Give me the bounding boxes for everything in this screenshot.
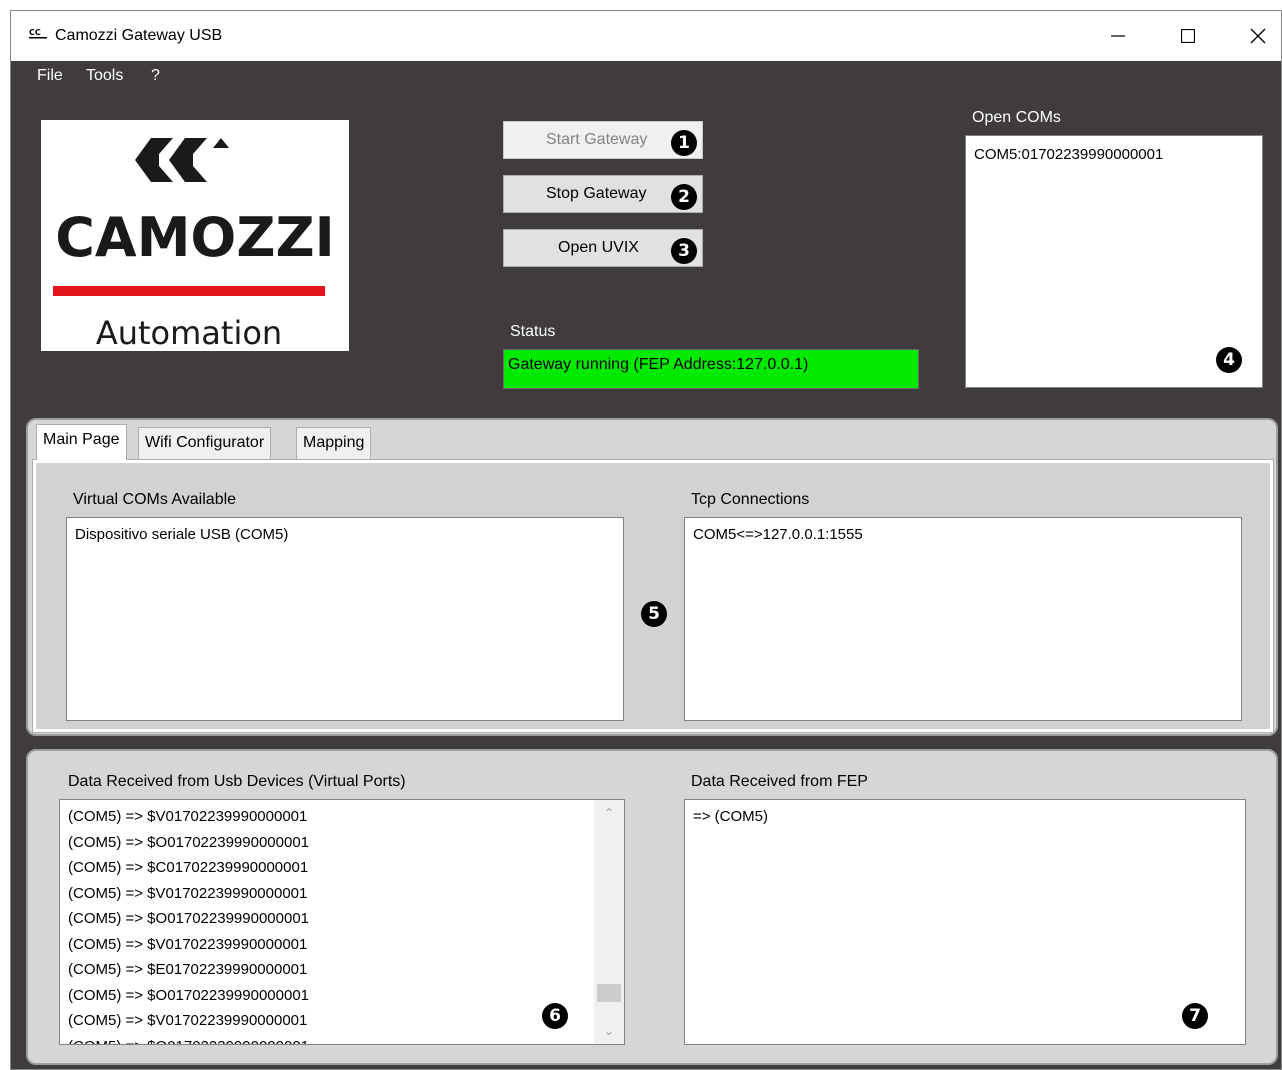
callout-badge-3: 3 <box>671 238 697 264</box>
open-coms-list[interactable]: COM5:01702239990000001 <box>965 135 1263 388</box>
scroll-up-icon[interactable]: ⌃ <box>594 802 624 824</box>
tcp-connections-list[interactable]: COM5<=>127.0.0.1:1555 <box>684 517 1242 721</box>
callout-badge-1: 1 <box>671 130 697 156</box>
main-page-tab-content: Virtual COMs Available Dispositivo seria… <box>32 459 1274 733</box>
fep-data-list[interactable]: => (COM5) <box>684 799 1246 1045</box>
list-item[interactable]: (COM5) => $E01702239990000001 <box>68 957 616 983</box>
menu-tools[interactable]: Tools <box>86 67 123 85</box>
camozzi-logo-graphic: CAMOZZI Automation <box>53 138 335 352</box>
list-item[interactable]: (COM5) => $O01702239990000001 <box>68 906 616 932</box>
callout-badge-4: 4 <box>1216 347 1242 373</box>
close-button[interactable] <box>1223 11 1282 61</box>
list-item[interactable]: (COM5) => $O01702239990000001 <box>68 830 616 856</box>
list-item[interactable]: (COM5) => $V01702239990000001 <box>68 1008 616 1034</box>
camozzi-logo: CAMOZZI Automation <box>41 120 349 352</box>
list-item[interactable]: COM5<=>127.0.0.1:1555 <box>693 522 1233 548</box>
list-item[interactable]: (COM5) => $O01702239990000001 <box>68 983 616 1009</box>
app-window: CC Camozzi Gateway USB File Tools ? CAMO… <box>10 10 1282 1070</box>
menu-help[interactable]: ? <box>151 67 160 85</box>
callout-badge-2: 2 <box>671 184 697 210</box>
list-item[interactable]: (COM5) => $O01702239990000001 <box>68 1034 616 1045</box>
open-uvix-label: Open UVIX <box>558 239 639 256</box>
list-item[interactable]: COM5:01702239990000001 <box>974 142 1254 168</box>
scroll-thumb[interactable] <box>597 984 621 1002</box>
fep-data-label: Data Received from FEP <box>691 773 868 790</box>
usb-data-label: Data Received from Usb Devices (Virtual … <box>68 773 406 790</box>
callout-badge-7: 7 <box>1182 1003 1208 1029</box>
list-item[interactable]: (COM5) => $V01702239990000001 <box>68 881 616 907</box>
status-label: Status <box>510 323 556 340</box>
scroll-down-icon[interactable]: ⌄ <box>594 1020 624 1042</box>
maximize-icon <box>1181 29 1195 43</box>
logo-red-bar <box>53 286 325 296</box>
tab-mapping[interactable]: Mapping <box>296 427 372 459</box>
window-title: Camozzi Gateway USB <box>55 27 223 44</box>
callout-badge-6: 6 <box>542 1003 568 1029</box>
status-field: Gateway running (FEP Address:127.0.0.1) <box>503 349 919 389</box>
list-item[interactable]: Dispositivo seriale USB (COM5) <box>75 522 615 548</box>
maximize-button[interactable] <box>1153 11 1223 61</box>
usb-data-scrollbar[interactable]: ⌃ ⌄ <box>594 800 624 1044</box>
open-coms-label: Open COMs <box>972 109 1061 126</box>
list-item[interactable]: => (COM5) <box>693 804 1237 830</box>
callout-badge-5: 5 <box>641 601 667 627</box>
list-item[interactable]: (COM5) => $C01702239990000001 <box>68 855 616 881</box>
logo-tagline-text: Automation <box>96 314 282 351</box>
camozzi-app-icon: CC <box>29 28 47 39</box>
tcp-connections-label: Tcp Connections <box>691 491 810 508</box>
tab-main-page[interactable]: Main Page <box>36 424 127 460</box>
stop-gateway-label: Stop Gateway <box>546 185 647 202</box>
title-bar: CC Camozzi Gateway USB <box>11 11 1281 61</box>
tab-wifi-configurator[interactable]: Wifi Configurator <box>138 427 272 459</box>
minimize-icon <box>1111 35 1125 37</box>
list-item[interactable]: (COM5) => $V01702239990000001 <box>68 932 616 958</box>
menu-file[interactable]: File <box>37 67 63 85</box>
list-item[interactable]: (COM5) => $V01702239990000001 <box>68 804 616 830</box>
data-panel: Data Received from Usb Devices (Virtual … <box>26 749 1278 1065</box>
start-gateway-label: Start Gateway <box>546 131 648 148</box>
usb-data-rows: (COM5) => $V01702239990000001 (COM5) => … <box>68 804 616 1045</box>
menu-bar: File Tools ? <box>11 61 1281 91</box>
svg-text:CC: CC <box>29 28 41 37</box>
minimize-button[interactable] <box>1083 11 1153 61</box>
virtual-coms-list[interactable]: Dispositivo seriale USB (COM5) <box>66 517 624 721</box>
usb-data-list[interactable]: (COM5) => $V01702239990000001 (COM5) => … <box>59 799 625 1045</box>
virtual-coms-label: Virtual COMs Available <box>73 491 237 508</box>
logo-brand-text: CAMOZZI <box>55 206 334 269</box>
close-icon <box>1250 28 1266 44</box>
